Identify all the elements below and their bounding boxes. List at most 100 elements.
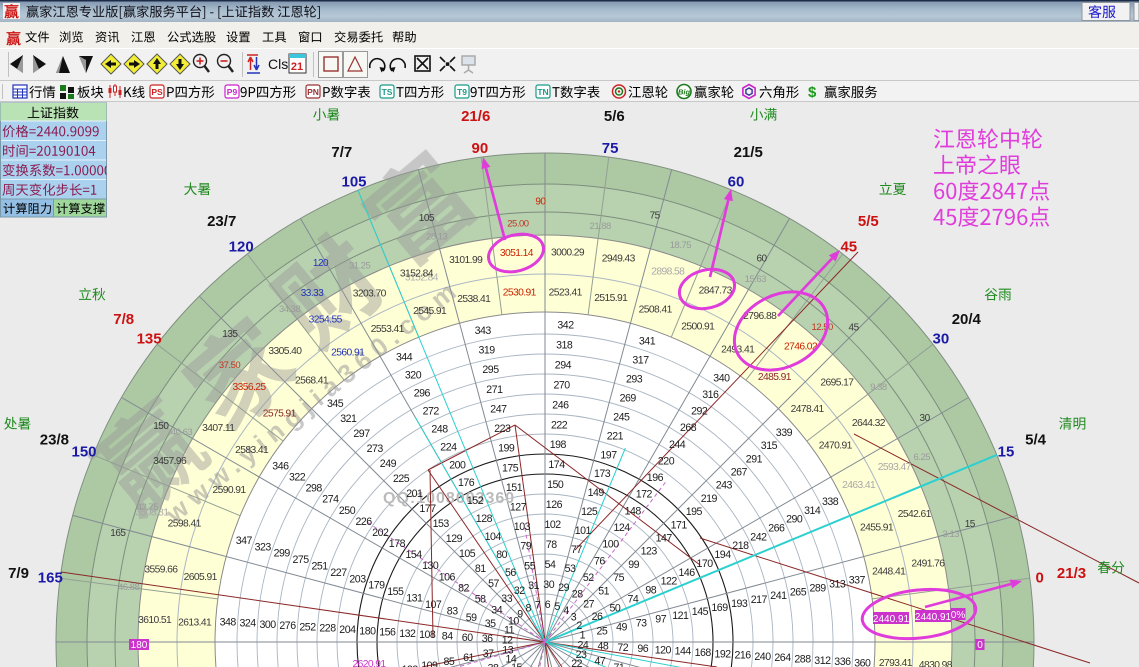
- svg-text:21/6: 21/6: [461, 108, 490, 125]
- svg-text:15: 15: [998, 444, 1015, 461]
- svg-text:246: 246: [552, 399, 569, 411]
- svg-text:0%: 0%: [951, 610, 966, 621]
- svg-text:20/4: 20/4: [952, 311, 982, 328]
- svg-text:313: 313: [829, 578, 846, 590]
- svg-text:319: 319: [479, 345, 496, 357]
- svg-text:2455.91: 2455.91: [860, 522, 894, 533]
- svg-text:60: 60: [462, 632, 473, 644]
- svg-text:288: 288: [794, 654, 811, 666]
- svg-text:84: 84: [442, 631, 453, 643]
- svg-text:2545.91: 2545.91: [413, 306, 447, 317]
- svg-text:176: 176: [458, 477, 475, 489]
- svg-text:250: 250: [339, 505, 356, 517]
- svg-text:59: 59: [466, 612, 477, 624]
- svg-text:61: 61: [463, 652, 474, 664]
- svg-text:105: 105: [419, 213, 435, 224]
- svg-text:102: 102: [545, 519, 562, 531]
- svg-text:240: 240: [754, 651, 771, 663]
- svg-text:35: 35: [485, 618, 496, 630]
- svg-text:107: 107: [425, 599, 442, 611]
- svg-text:18.75: 18.75: [670, 240, 691, 251]
- svg-text:131: 131: [406, 593, 423, 605]
- svg-text:75: 75: [602, 140, 619, 157]
- svg-text:194: 194: [714, 549, 731, 561]
- svg-text:251: 251: [312, 561, 329, 573]
- svg-text:295: 295: [482, 364, 499, 376]
- svg-text:26: 26: [592, 611, 603, 623]
- svg-text:3.13: 3.13: [943, 529, 960, 540]
- svg-text:221: 221: [607, 430, 624, 442]
- svg-text:2478.41: 2478.41: [791, 404, 825, 415]
- svg-text:268: 268: [680, 422, 697, 434]
- svg-text:5/5: 5/5: [858, 213, 879, 230]
- svg-text:2583.41: 2583.41: [235, 445, 269, 456]
- svg-text:96: 96: [637, 643, 648, 655]
- svg-text:45: 45: [840, 239, 857, 256]
- svg-text:276: 276: [279, 620, 296, 632]
- svg-text:9.38: 9.38: [870, 382, 887, 393]
- svg-text:3356.25: 3356.25: [232, 382, 266, 393]
- svg-text:270: 270: [554, 379, 571, 391]
- svg-text:179: 179: [368, 580, 385, 592]
- svg-text:105: 105: [459, 548, 476, 560]
- svg-text:2485.91: 2485.91: [758, 372, 792, 383]
- svg-text:0: 0: [1036, 569, 1044, 586]
- svg-text:32: 32: [514, 585, 525, 597]
- svg-text:2538.41: 2538.41: [457, 294, 491, 305]
- svg-text:PS: PS: [151, 87, 163, 97]
- svg-text:2448.41: 2448.41: [872, 567, 906, 578]
- svg-text:60: 60: [728, 174, 745, 191]
- svg-text:2542.61: 2542.61: [898, 509, 932, 520]
- svg-text:168: 168: [695, 647, 712, 659]
- svg-text:273: 273: [367, 443, 384, 455]
- svg-text:$: $: [808, 84, 817, 101]
- svg-text:324: 324: [240, 618, 257, 630]
- svg-text:30: 30: [920, 413, 931, 424]
- svg-text:3000.29: 3000.29: [551, 247, 585, 258]
- svg-text:76: 76: [594, 555, 605, 567]
- svg-text:252: 252: [299, 622, 316, 634]
- svg-text:180: 180: [131, 640, 148, 651]
- svg-text:298: 298: [306, 483, 323, 495]
- svg-text:244: 244: [669, 439, 686, 451]
- svg-text:15: 15: [965, 519, 976, 530]
- svg-text:339: 339: [776, 427, 793, 439]
- svg-text:85: 85: [444, 656, 455, 667]
- svg-text:6.25: 6.25: [914, 452, 931, 463]
- svg-text:6: 6: [545, 599, 551, 611]
- svg-text:225: 225: [393, 473, 410, 485]
- svg-text:3407.11: 3407.11: [202, 423, 235, 434]
- svg-text:2590.91: 2590.91: [212, 485, 246, 496]
- svg-text:120: 120: [229, 239, 254, 256]
- svg-text:100: 100: [602, 539, 619, 551]
- svg-text:2949.43: 2949.43: [602, 254, 636, 265]
- svg-text:219: 219: [701, 493, 718, 505]
- svg-text:245: 245: [613, 411, 630, 423]
- svg-text:2598.41: 2598.41: [168, 518, 202, 529]
- svg-text:300: 300: [260, 619, 277, 631]
- svg-text:3457.96: 3457.96: [153, 456, 187, 467]
- svg-text:8: 8: [525, 603, 531, 615]
- svg-text:4: 4: [563, 605, 569, 617]
- svg-text:49: 49: [616, 622, 627, 634]
- svg-text:2523.41: 2523.41: [549, 287, 583, 298]
- svg-text:316: 316: [702, 389, 719, 401]
- svg-text:343: 343: [475, 325, 492, 337]
- svg-text:3152.84: 3152.84: [400, 269, 434, 280]
- svg-text:178: 178: [389, 538, 406, 550]
- svg-text:271: 271: [486, 384, 503, 396]
- svg-text:2593.47: 2593.47: [878, 462, 912, 473]
- svg-text:99: 99: [628, 559, 639, 571]
- svg-text:45: 45: [849, 323, 860, 334]
- svg-text:2491.76: 2491.76: [911, 558, 945, 569]
- svg-text:51: 51: [598, 585, 609, 597]
- svg-text:312: 312: [814, 655, 831, 667]
- svg-text:299: 299: [274, 548, 291, 560]
- svg-text:320: 320: [405, 370, 422, 382]
- svg-text:37.50: 37.50: [219, 360, 240, 371]
- svg-text:5/4: 5/4: [1025, 431, 1047, 448]
- svg-text:322: 322: [289, 472, 306, 484]
- svg-text:7/9: 7/9: [8, 565, 29, 582]
- svg-text:75: 75: [650, 211, 661, 222]
- svg-text:227: 227: [330, 567, 347, 579]
